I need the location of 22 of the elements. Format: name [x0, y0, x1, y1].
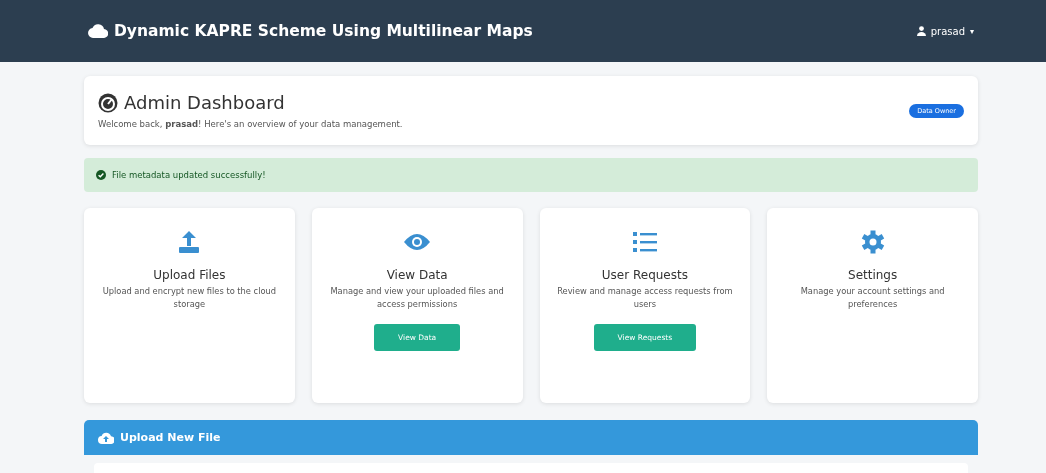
brand-title[interactable]: Dynamic KAPRE Scheme Using Multilinear Maps: [114, 22, 533, 40]
welcome-text: Welcome back, prasad! Here's an overview of your data management.: [98, 119, 403, 129]
card-description: Manage and view your uploaded files and access permissions: [329, 285, 505, 311]
card-description: Upload and encrypt new files to the cloud storage: [101, 285, 278, 311]
user-icon: [916, 26, 926, 36]
card-title: User Requests: [601, 268, 688, 282]
card-description: Review and manage access requests from users: [556, 285, 734, 311]
alert-message: File metadata updated successfully!: [112, 170, 266, 180]
upload-icon: [178, 230, 201, 254]
cloud-upload-icon: [98, 431, 114, 444]
panel-title: Upload New File: [120, 431, 221, 444]
card-title: View Data: [386, 268, 448, 282]
settings-icon: [860, 230, 885, 254]
cloud-icon: [88, 24, 108, 38]
gauge-icon: [98, 92, 118, 113]
card-title: Settings: [848, 268, 898, 282]
check-circle-icon: [96, 170, 106, 180]
list-icon: [632, 230, 657, 254]
card-title: Upload Files: [153, 268, 226, 282]
card-description: Manage your account settings and preferences: [799, 285, 946, 311]
user-menu[interactable]: prasad ▾: [916, 25, 974, 37]
dashboard-title: Admin Dashboard: [124, 92, 285, 113]
